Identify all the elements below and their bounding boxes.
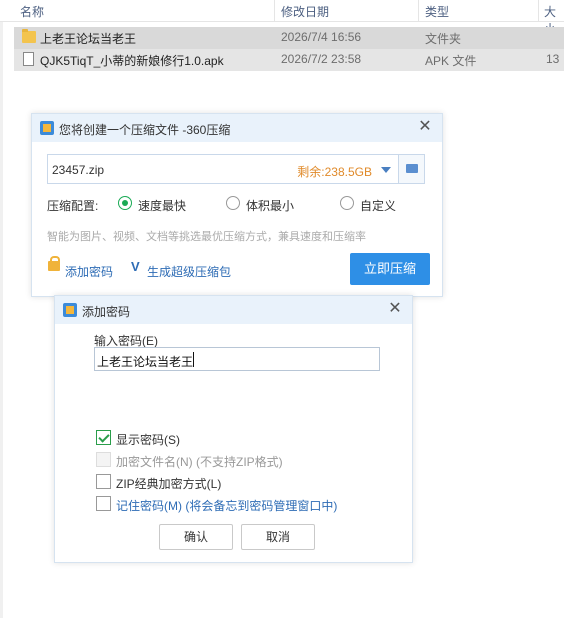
super-compress-link[interactable]: 生成超级压缩包 [147,263,231,280]
file-size: 13 [546,52,560,66]
lock-icon [48,256,60,271]
compress-dialog: 您将创建一个压缩文件 -360压缩 ✕ 23457.zip 剩余:238.5GB… [31,113,443,297]
file-type: APK 文件 [425,54,477,68]
password-dialog: 添加密码 ✕ 输入密码(E) 上老王论坛当老王 显示密码(S) 加密文件名(N)… [54,295,413,563]
show-password-checkbox[interactable] [96,430,111,445]
file-date: 2026/7/4 16:56 [281,30,362,44]
password-input[interactable]: 上老王论坛当老王 [94,347,380,371]
encrypt-filename-label: 加密文件名(N) (不支持ZIP格式) [116,455,283,469]
file-row-apk[interactable]: QJK5TiqT_小蒂的新娘修行1.0.apk 2026/7/2 23:58 A… [14,49,564,71]
radio-smallest[interactable] [226,196,240,210]
folder-icon [406,164,418,173]
cancel-button[interactable]: 取消 [241,524,315,550]
super-compress-icon: V [131,259,140,274]
radio-smallest-label[interactable]: 体积最小 [246,197,294,214]
add-password-link[interactable]: 添加密码 [65,263,113,280]
password-value: 上老王论坛当老王 [97,355,194,369]
dialog-title: 您将创建一个压缩文件 -360压缩 [59,123,231,137]
close-icon[interactable]: ✕ [388,301,402,317]
output-path-field[interactable]: 23457.zip 剩余:238.5GB [47,154,425,184]
radio-fastest-label[interactable]: 速度最快 [138,197,186,214]
zip-classic-encryption-label[interactable]: ZIP经典加密方式(L) [116,475,221,492]
dialog-title: 添加密码 [82,305,131,319]
file-row-folder[interactable]: 上老王论坛当老王 2026/7/4 16:56 文件夹 [14,27,564,49]
compress-hint: 智能为图片、视频、文档等挑选最优压缩方式，兼具速度和压缩率 [47,231,366,243]
file-type: 文件夹 [425,32,462,46]
app-360zip-icon [63,303,77,317]
close-icon[interactable]: ✕ [418,119,432,135]
remember-password-checkbox[interactable] [96,496,111,511]
column-date-header[interactable]: 修改日期 [281,3,329,20]
output-filename[interactable]: 23457.zip [52,163,104,177]
column-separator[interactable] [274,0,275,22]
column-separator[interactable] [538,0,539,22]
remember-password-label[interactable]: 记住密码(M) (将会备忘到密码管理窗口中) [116,497,337,514]
column-header: 名称 修改日期 类型 大小 [0,0,564,36]
chevron-down-icon[interactable] [381,167,391,173]
radio-custom-label[interactable]: 自定义 [360,197,396,214]
radio-fastest[interactable] [118,196,132,210]
file-name: QJK5TiqT_小蒂的新娘修行1.0.apk [40,54,224,68]
file-icon [23,52,34,66]
column-separator[interactable] [418,0,419,22]
navigation-pane-edge [0,22,3,618]
encrypt-filename-checkbox[interactable] [96,452,111,467]
password-dialog-titlebar[interactable]: 添加密码 ✕ [55,296,412,324]
browse-folder-button[interactable] [398,155,424,183]
compress-dialog-titlebar[interactable]: 您将创建一个压缩文件 -360压缩 ✕ [32,114,442,142]
column-type-header[interactable]: 类型 [425,3,449,20]
file-name: 上老王论坛当老王 [40,32,137,46]
file-date: 2026/7/2 23:58 [281,52,362,66]
confirm-button[interactable]: 确认 [159,524,233,550]
text-caret [193,352,194,367]
folder-icon [22,29,36,43]
compress-now-button[interactable]: 立即压缩 [350,253,430,285]
column-name-header[interactable]: 名称 [20,3,44,20]
app-360zip-icon [40,121,54,135]
remaining-space: 剩余:238.5GB [297,165,372,179]
compress-config-label: 压缩配置: [47,199,99,213]
zip-classic-encryption-checkbox[interactable] [96,474,111,489]
show-password-label[interactable]: 显示密码(S) [116,431,180,448]
radio-custom[interactable] [340,196,354,210]
